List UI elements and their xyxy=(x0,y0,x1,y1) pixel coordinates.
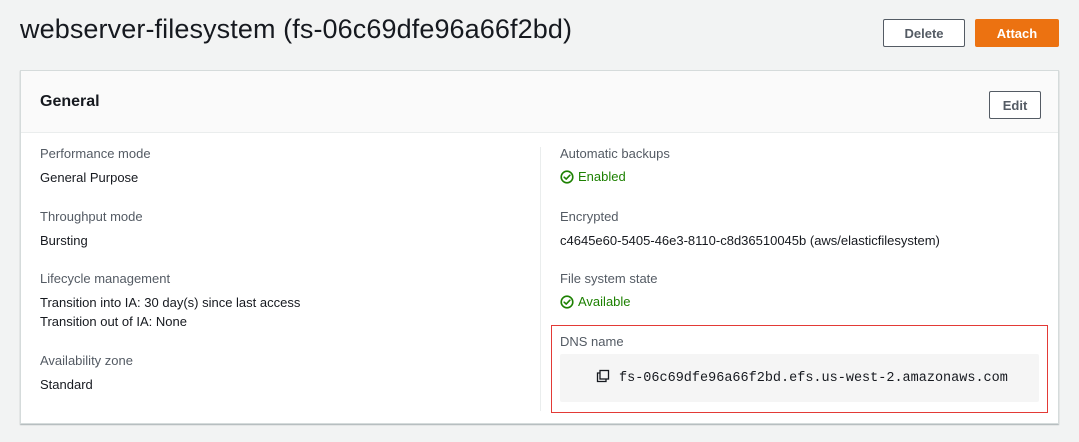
performance-mode-value: General Purpose xyxy=(40,170,139,185)
dns-name-box: fs-06c69dfe96a66f2bd.efs.us-west-2.amazo… xyxy=(560,354,1039,402)
file-system-state-status: Available xyxy=(560,294,631,309)
availability-zone-value: Standard xyxy=(40,377,93,392)
copy-icon[interactable] xyxy=(596,369,610,388)
check-circle-icon xyxy=(560,294,574,309)
automatic-backups-value: Enabled xyxy=(578,169,626,184)
panel-header: General Edit xyxy=(21,71,1058,133)
dns-name-value-row: fs-06c69dfe96a66f2bd.efs.us-west-2.amazo… xyxy=(596,369,1008,388)
throughput-mode-label: Throughput mode xyxy=(40,209,143,224)
page-title: webserver-filesystem (fs-06c69dfe96a66f2… xyxy=(20,14,573,44)
edit-button[interactable]: Edit xyxy=(989,91,1041,119)
general-panel: General Edit Performance mode General Pu… xyxy=(20,70,1059,424)
file-system-state-label: File system state xyxy=(560,271,658,286)
availability-zone-label: Availability zone xyxy=(40,353,133,368)
attach-button[interactable]: Attach xyxy=(975,19,1059,47)
check-circle-icon xyxy=(560,169,574,184)
lifecycle-transition-out-of-ia: Transition out of IA: None xyxy=(40,314,187,329)
automatic-backups-label: Automatic backups xyxy=(560,146,670,161)
file-system-state-value: Available xyxy=(578,294,631,309)
lifecycle-transition-into-ia: Transition into IA: 30 day(s) since last… xyxy=(40,295,301,310)
dns-name-label: DNS name xyxy=(560,334,624,349)
lifecycle-management-label: Lifecycle management xyxy=(40,271,171,286)
panel-title: General xyxy=(40,93,100,110)
throughput-mode-value: Bursting xyxy=(40,233,88,248)
delete-button[interactable]: Delete xyxy=(883,19,965,47)
encrypted-value: c4645e60-5405-46e3-8110-c8d36510045b (aw… xyxy=(560,233,940,248)
dns-name-value: fs-06c69dfe96a66f2bd.efs.us-west-2.amazo… xyxy=(619,371,1008,386)
automatic-backups-status: Enabled xyxy=(560,169,626,184)
encrypted-label: Encrypted xyxy=(560,209,619,224)
column-divider xyxy=(540,147,541,411)
performance-mode-label: Performance mode xyxy=(40,146,151,161)
